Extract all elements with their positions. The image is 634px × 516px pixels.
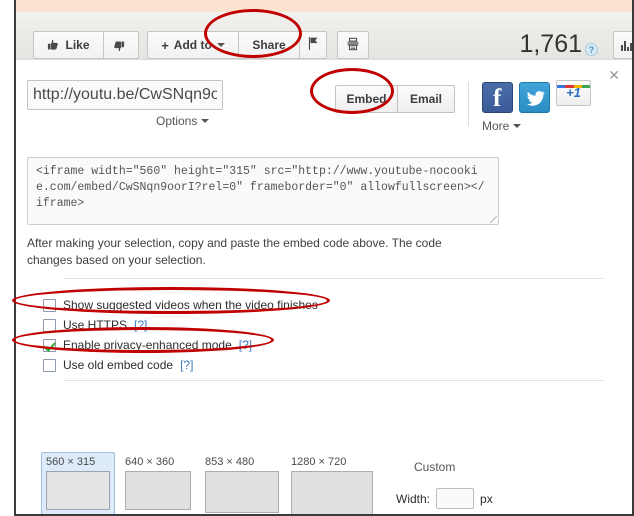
- email-tab-button[interactable]: Email: [397, 85, 455, 113]
- size-preset-640x360[interactable]: 640 × 360: [120, 452, 196, 515]
- plus-one-label: +1: [566, 85, 581, 100]
- view-count: 1,761: [519, 30, 582, 58]
- share-button[interactable]: Share: [238, 31, 299, 59]
- option-label: Use old embed code: [63, 358, 174, 372]
- add-to-button[interactable]: + Add to: [147, 31, 238, 59]
- checkbox-icon[interactable]: [43, 358, 56, 372]
- size-preset-label: 1280 × 720: [291, 456, 347, 468]
- size-preset-560x315[interactable]: 560 × 315: [41, 452, 115, 515]
- checkbox-icon[interactable]: [43, 338, 56, 352]
- embed-tab-button[interactable]: Embed: [335, 85, 397, 113]
- option-use-https[interactable]: Use HTTPS [?]: [43, 318, 147, 332]
- share-panel: ✕ Options Embed Email f +1 M: [16, 60, 634, 516]
- divider-above-sizes: [64, 380, 604, 381]
- add-to-label: Add to: [173, 38, 212, 52]
- size-preset-label: 560 × 315: [46, 456, 96, 468]
- option-show-suggested-videos[interactable]: Show suggested videos when the video fin…: [43, 298, 318, 312]
- thumbs-down-icon: [112, 39, 125, 52]
- help-icon[interactable]: [?]: [134, 318, 147, 332]
- dislike-button[interactable]: [103, 31, 139, 59]
- size-preset-thumbnail: [125, 471, 191, 510]
- social-divider: [468, 82, 469, 126]
- twitter-share-icon[interactable]: [519, 82, 550, 113]
- chevron-down-icon: [513, 124, 522, 128]
- video-action-bar: Like + Add to Share 1,761 ?: [16, 12, 634, 60]
- share-dialog-screenshot: Like + Add to Share 1,761 ? ✕ http://you…: [0, 0, 634, 516]
- checkbox-icon[interactable]: [43, 318, 56, 332]
- facebook-share-icon[interactable]: f: [482, 82, 513, 113]
- facebook-glyph: f: [493, 85, 502, 112]
- thumbs-up-icon: [47, 39, 60, 52]
- option-label: Enable privacy-enhanced mode: [63, 338, 232, 352]
- flag-icon: [308, 37, 319, 53]
- size-preset-1280x720[interactable]: 1280 × 720: [286, 452, 378, 516]
- like-button[interactable]: Like: [33, 31, 103, 59]
- size-preset-thumbnail: [205, 471, 279, 513]
- share-url-input[interactable]: [27, 80, 223, 110]
- options-dropdown[interactable]: Options: [156, 114, 210, 128]
- embed-label: Embed: [346, 92, 387, 106]
- statistics-button[interactable]: [613, 31, 634, 59]
- view-count-help-icon[interactable]: ?: [585, 43, 598, 56]
- share-label: Share: [252, 38, 286, 52]
- custom-width-input[interactable]: [436, 488, 475, 509]
- size-preset-label: 640 × 360: [125, 456, 175, 468]
- google-plus-one-button[interactable]: +1: [556, 80, 591, 106]
- custom-width-row: Width: px: [396, 488, 493, 509]
- print-button[interactable]: [337, 31, 369, 59]
- chevron-down-icon: [201, 119, 210, 123]
- divider-above-options: [64, 278, 604, 279]
- option-label: Use HTTPS: [63, 318, 128, 332]
- size-preset-label: 853 × 480: [205, 456, 255, 468]
- more-label: More: [482, 119, 510, 133]
- options-label: Options: [156, 114, 198, 128]
- chevron-down-icon: [216, 43, 225, 47]
- width-unit: px: [480, 491, 493, 506]
- embed-help-text: After making your selection, copy and pa…: [27, 236, 442, 267]
- close-icon[interactable]: ✕: [608, 67, 620, 84]
- option-privacy-enhanced-mode[interactable]: Enable privacy-enhanced mode [?]: [43, 338, 252, 352]
- embed-code-textarea[interactable]: <iframe width="560" height="315" src="ht…: [27, 157, 499, 225]
- width-label: Width:: [396, 491, 431, 506]
- custom-size-heading: Custom: [414, 460, 456, 474]
- checkbox-icon[interactable]: [43, 298, 56, 312]
- like-label: Like: [65, 38, 90, 52]
- more-share-options[interactable]: More: [482, 119, 522, 133]
- option-use-old-embed-code[interactable]: Use old embed code [?]: [43, 358, 193, 372]
- option-label: Show suggested videos when the video fin…: [63, 298, 318, 312]
- help-icon[interactable]: [?]: [180, 358, 193, 372]
- size-preset-thumbnail: [46, 471, 110, 510]
- email-label: Email: [409, 92, 442, 106]
- flag-button[interactable]: [299, 31, 327, 59]
- plus-icon: +: [161, 37, 169, 53]
- printer-icon: [346, 37, 360, 54]
- size-preset-853x480[interactable]: 853 × 480: [200, 452, 284, 516]
- help-icon[interactable]: [?]: [239, 338, 252, 352]
- size-preset-thumbnail: [291, 471, 373, 516]
